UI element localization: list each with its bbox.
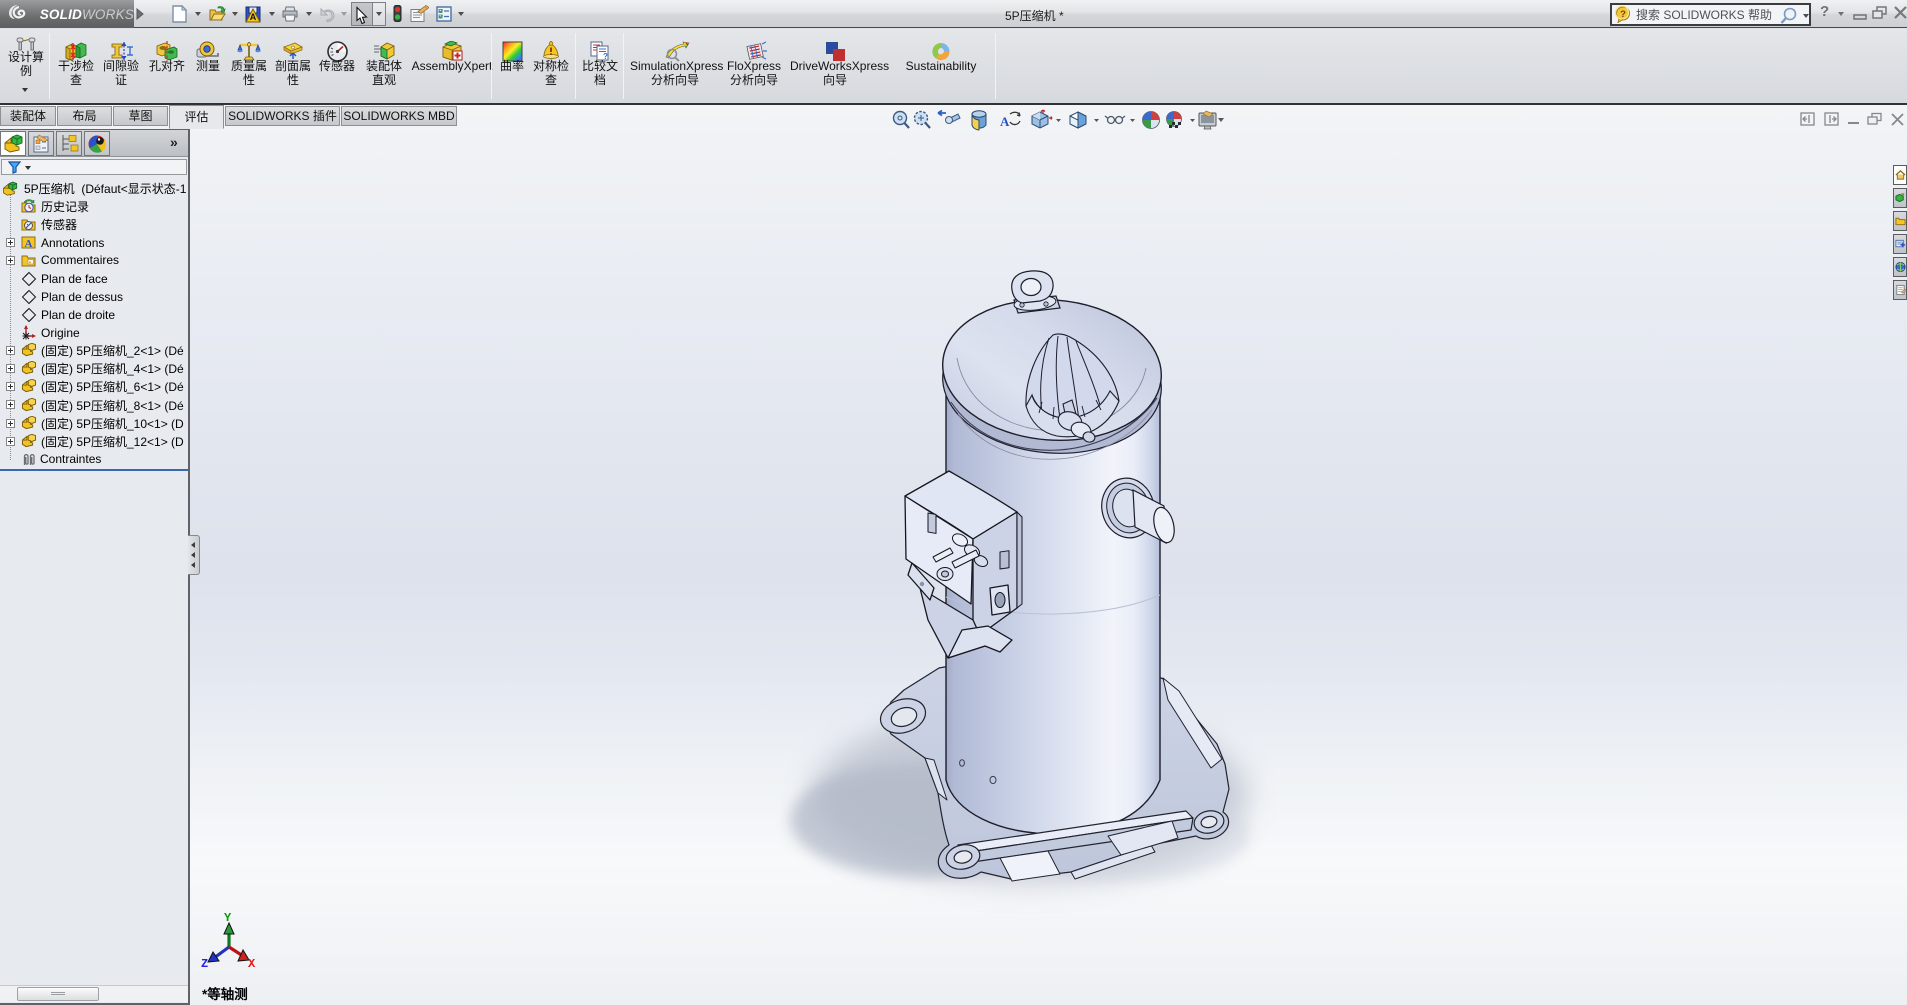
svg-text:X: X <box>248 957 256 971</box>
svg-text:*等轴测: *等轴测 <box>202 986 248 1002</box>
svg-text:Z: Z <box>201 957 208 971</box>
svg-text:A: A <box>250 12 257 22</box>
svg-text:Y: Y <box>224 911 232 925</box>
svg-text:?: ? <box>1620 9 1626 20</box>
svg-text:A: A <box>25 238 33 250</box>
